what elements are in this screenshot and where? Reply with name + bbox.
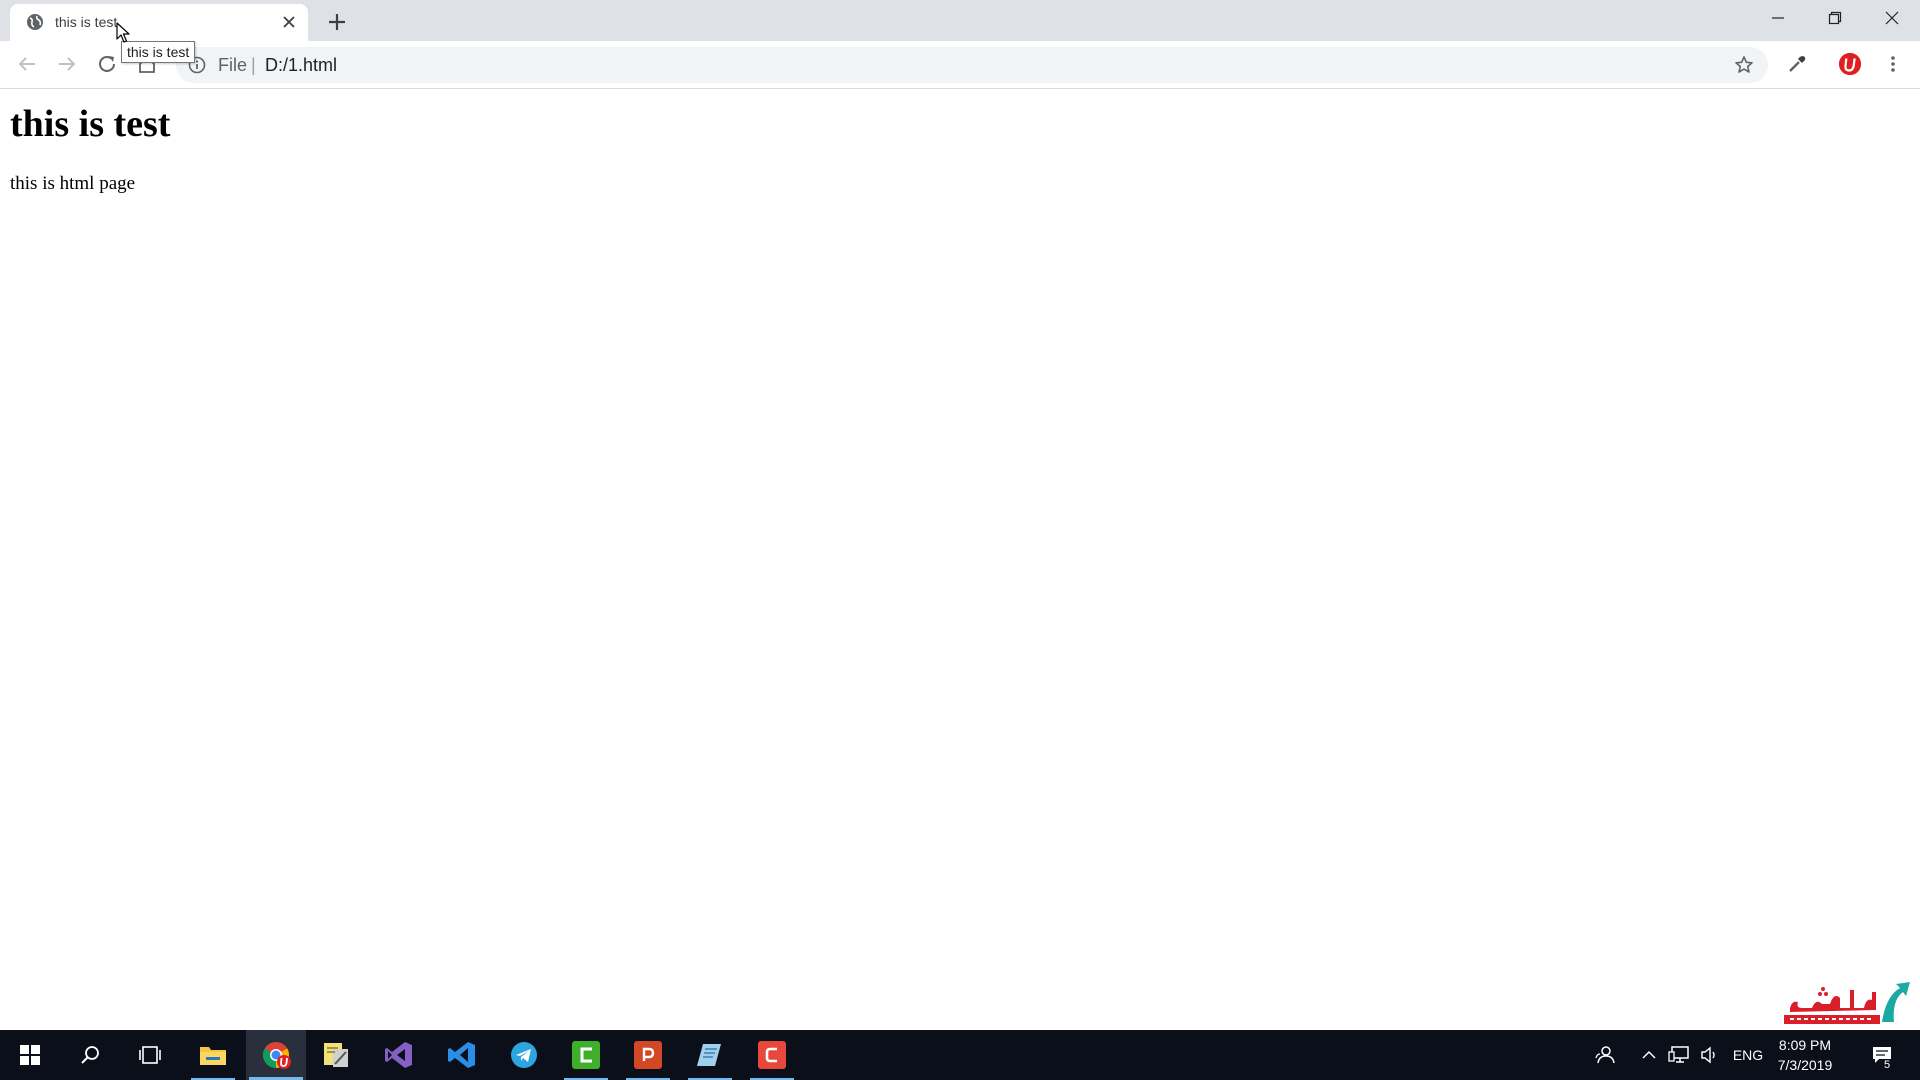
people-button[interactable] — [1588, 1030, 1622, 1080]
tab-active[interactable]: this is test — [10, 4, 308, 41]
tab-title: this is test — [55, 14, 118, 30]
minimize-icon — [1771, 17, 1784, 19]
telegram-icon — [511, 1042, 537, 1068]
taskbar-adobe-connect[interactable] — [742, 1030, 802, 1080]
page-heading: this is test — [10, 103, 171, 145]
tab-tooltip: this is test — [121, 41, 196, 63]
show-hidden-icons-button[interactable] — [1638, 1030, 1660, 1080]
language-indicator[interactable]: ENG — [1726, 1030, 1770, 1080]
reload-icon — [99, 55, 115, 72]
taskbar-sticky-notes[interactable] — [306, 1030, 366, 1080]
address-bar[interactable]: File | D:/1.html — [176, 47, 1768, 83]
eyedropper-extension-button[interactable] — [1785, 52, 1809, 76]
taskbar-visual-studio[interactable] — [369, 1030, 429, 1080]
clock-date: 7/3/2019 — [1777, 1057, 1833, 1073]
url-scheme-label: File — [218, 55, 248, 75]
adobe-connect-icon — [758, 1041, 786, 1069]
arrow-left-icon — [18, 57, 35, 71]
vscode-icon — [448, 1042, 475, 1068]
taskbar-notepad[interactable] — [680, 1030, 740, 1080]
more-vert-icon — [1891, 56, 1895, 72]
minimize-button[interactable] — [1749, 0, 1806, 36]
new-tab-icon[interactable] — [326, 11, 348, 33]
back-button[interactable] — [15, 52, 39, 76]
volume-icon — [1701, 1046, 1715, 1064]
taskbar-vscode[interactable] — [432, 1030, 492, 1080]
globe-icon — [27, 14, 43, 30]
powerpoint-icon — [634, 1041, 662, 1069]
taskbar-file-explorer[interactable] — [183, 1030, 243, 1080]
action-center-button[interactable] — [1864, 1030, 1900, 1080]
notification-count-badge: 5 — [1884, 1059, 1891, 1071]
eyedropper-icon — [1789, 56, 1806, 72]
sticky-notes-icon — [324, 1043, 348, 1067]
visual-studio-icon — [385, 1042, 412, 1068]
menu-button[interactable] — [1881, 52, 1905, 76]
close-tab-icon[interactable] — [281, 14, 297, 30]
chrome-icon — [262, 1042, 291, 1069]
task-view-button[interactable] — [120, 1030, 180, 1080]
taskbar-chrome[interactable] — [246, 1030, 306, 1080]
page-paragraph: this is html page — [10, 173, 136, 194]
clock-time: 8:09 PM — [1778, 1037, 1832, 1053]
mouse-cursor-icon — [116, 22, 130, 43]
restore-icon — [1828, 11, 1841, 25]
network-icon — [1668, 1046, 1689, 1063]
browser-window: this is test File | D:/1.html this is te… — [0, 0, 1920, 1030]
restore-button[interactable] — [1806, 0, 1863, 36]
people-icon — [1595, 1046, 1615, 1064]
start-button[interactable] — [0, 1030, 60, 1080]
forward-button[interactable] — [55, 52, 79, 76]
tab-strip: this is test — [0, 0, 1920, 41]
search-button[interactable] — [60, 1030, 120, 1080]
reload-button[interactable] — [95, 52, 119, 76]
clock[interactable]: 8:09 PM 7/3/2019 — [1770, 1035, 1840, 1075]
arrow-right-icon — [59, 57, 76, 71]
task-view-icon — [139, 1046, 161, 1064]
volume-button[interactable] — [1696, 1030, 1722, 1080]
network-button[interactable] — [1666, 1030, 1692, 1080]
camtasia-icon — [572, 1041, 600, 1069]
close-window-button[interactable] — [1863, 0, 1920, 36]
karashin-logo-icon — [1784, 982, 1910, 1024]
windows-logo-icon — [20, 1045, 40, 1065]
browser-toolbar: File | D:/1.html — [0, 41, 1920, 89]
profile-extension-button[interactable] — [1838, 52, 1862, 76]
page-content: this is test this is html page — [0, 89, 1920, 1030]
notepad-icon — [697, 1044, 721, 1066]
url-separator: | — [251, 55, 256, 75]
bookmark-star-icon[interactable] — [1734, 55, 1754, 75]
taskbar-camtasia[interactable] — [556, 1030, 616, 1080]
extension-u-icon — [1838, 52, 1862, 76]
chevron-up-icon — [1642, 1050, 1656, 1059]
search-icon — [81, 1046, 99, 1064]
taskbar-telegram[interactable] — [494, 1030, 554, 1080]
windows-taskbar: ENG 8:09 PM 7/3/2019 5 — [0, 1030, 1920, 1080]
url-text[interactable]: D:/1.html — [265, 55, 337, 75]
file-explorer-icon — [200, 1047, 226, 1065]
taskbar-powerpoint[interactable] — [618, 1030, 678, 1080]
close-icon — [1885, 11, 1898, 25]
